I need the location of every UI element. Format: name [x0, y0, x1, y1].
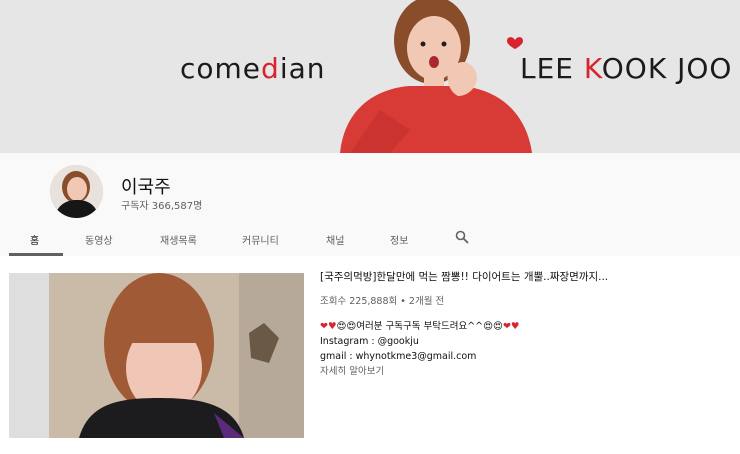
channel-tabs: 홈 동영상 재생목록 커뮤니티 채널 정보 [0, 223, 740, 256]
banner-title-right: LEE KOOK JOO [520, 52, 733, 85]
featured-video-info: [국주의먹방]한달만에 먹는 짬뽕!! 다이어트는 개뿔..짜장면까지... 조… [320, 268, 730, 379]
avatar-image [50, 165, 103, 218]
tab-playlists[interactable]: 재생목록 [160, 232, 197, 247]
emoji-faces-end: 😍😍 [483, 321, 503, 332]
desc-line-3: gmail : whynotkme3@gmail.com [320, 351, 477, 362]
channel-banner: comedian LEE KOOK JOO [0, 0, 740, 153]
subscriber-count: 구독자 366,587명 [121, 201, 203, 212]
emoji-hearts: ❤♥ [320, 321, 337, 332]
read-more-link[interactable]: 자세히 알아보기 [320, 364, 730, 379]
tab-channels[interactable]: 채널 [326, 232, 344, 247]
search-icon[interactable] [455, 230, 469, 244]
video-meta: 조회수 225,888회 • 2개월 전 [320, 296, 445, 307]
emoji-hearts-end: ❤♥ [502, 321, 520, 332]
active-tab-indicator [9, 253, 63, 256]
desc-line-1: ❤♥😍😍여러분 구독구독 부탁드려요^^😍😍❤♥ [320, 321, 520, 332]
tab-videos[interactable]: 동영상 [85, 232, 113, 247]
featured-video-thumbnail[interactable] [9, 273, 304, 438]
channel-avatar[interactable] [50, 165, 103, 218]
tab-community[interactable]: 커뮤니티 [242, 232, 279, 247]
video-title[interactable]: [국주의먹방]한달만에 먹는 짬뽕!! 다이어트는 개뿔..짜장면까지... [320, 268, 730, 286]
emoji-faces: 😍😍 [336, 321, 357, 332]
tab-about[interactable]: 정보 [390, 232, 408, 247]
banner-person-image [340, 0, 532, 153]
banner-title-left: comedian [180, 52, 326, 85]
thumbnail-image [9, 273, 304, 438]
desc-line-2: Instagram : @gookju [320, 336, 419, 347]
channel-header: 이국주 구독자 366,587명 홈 동영상 재생목록 커뮤니티 채널 정보 [0, 153, 740, 256]
channel-name: 이국주 [121, 177, 171, 198]
video-description: ❤♥😍😍여러분 구독구독 부탁드려요^^😍😍❤♥ Instagram : @go… [320, 319, 730, 379]
tab-home[interactable]: 홈 [30, 232, 39, 247]
